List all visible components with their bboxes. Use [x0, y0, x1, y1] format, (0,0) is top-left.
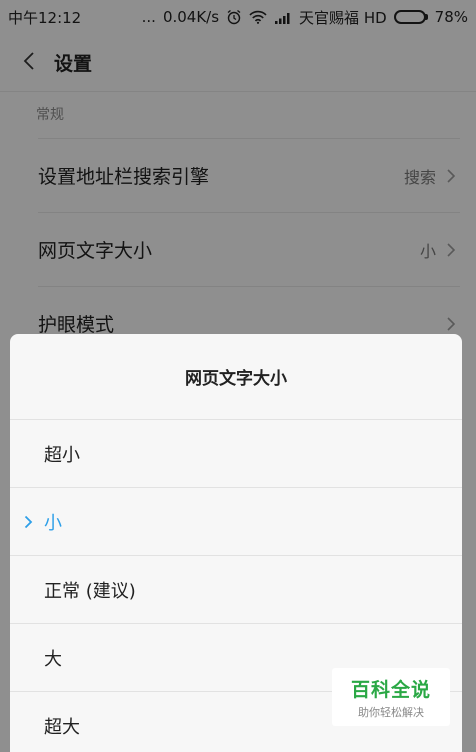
dialog-title: 网页文字大小 — [10, 334, 462, 420]
option-extra-small[interactable]: 超小 — [10, 420, 462, 488]
option-label: 正常 (建议) — [44, 580, 136, 602]
option-label: 超小 — [44, 444, 80, 466]
watermark-logo: 百科全说 助你轻松解决 — [332, 668, 450, 726]
option-small[interactable]: 小 — [10, 488, 462, 556]
option-normal[interactable]: 正常 (建议) — [10, 556, 462, 624]
screen: 中午12:12 ... 0.04K/s 天官赐福 HD 78% 设置 常规 设置… — [0, 0, 476, 752]
option-label: 超大 — [44, 716, 80, 738]
check-icon — [24, 488, 33, 555]
watermark-sub: 助你轻松解决 — [358, 705, 424, 719]
option-label: 大 — [44, 648, 62, 670]
watermark-main: 百科全说 — [350, 678, 431, 701]
option-label: 小 — [44, 512, 62, 534]
